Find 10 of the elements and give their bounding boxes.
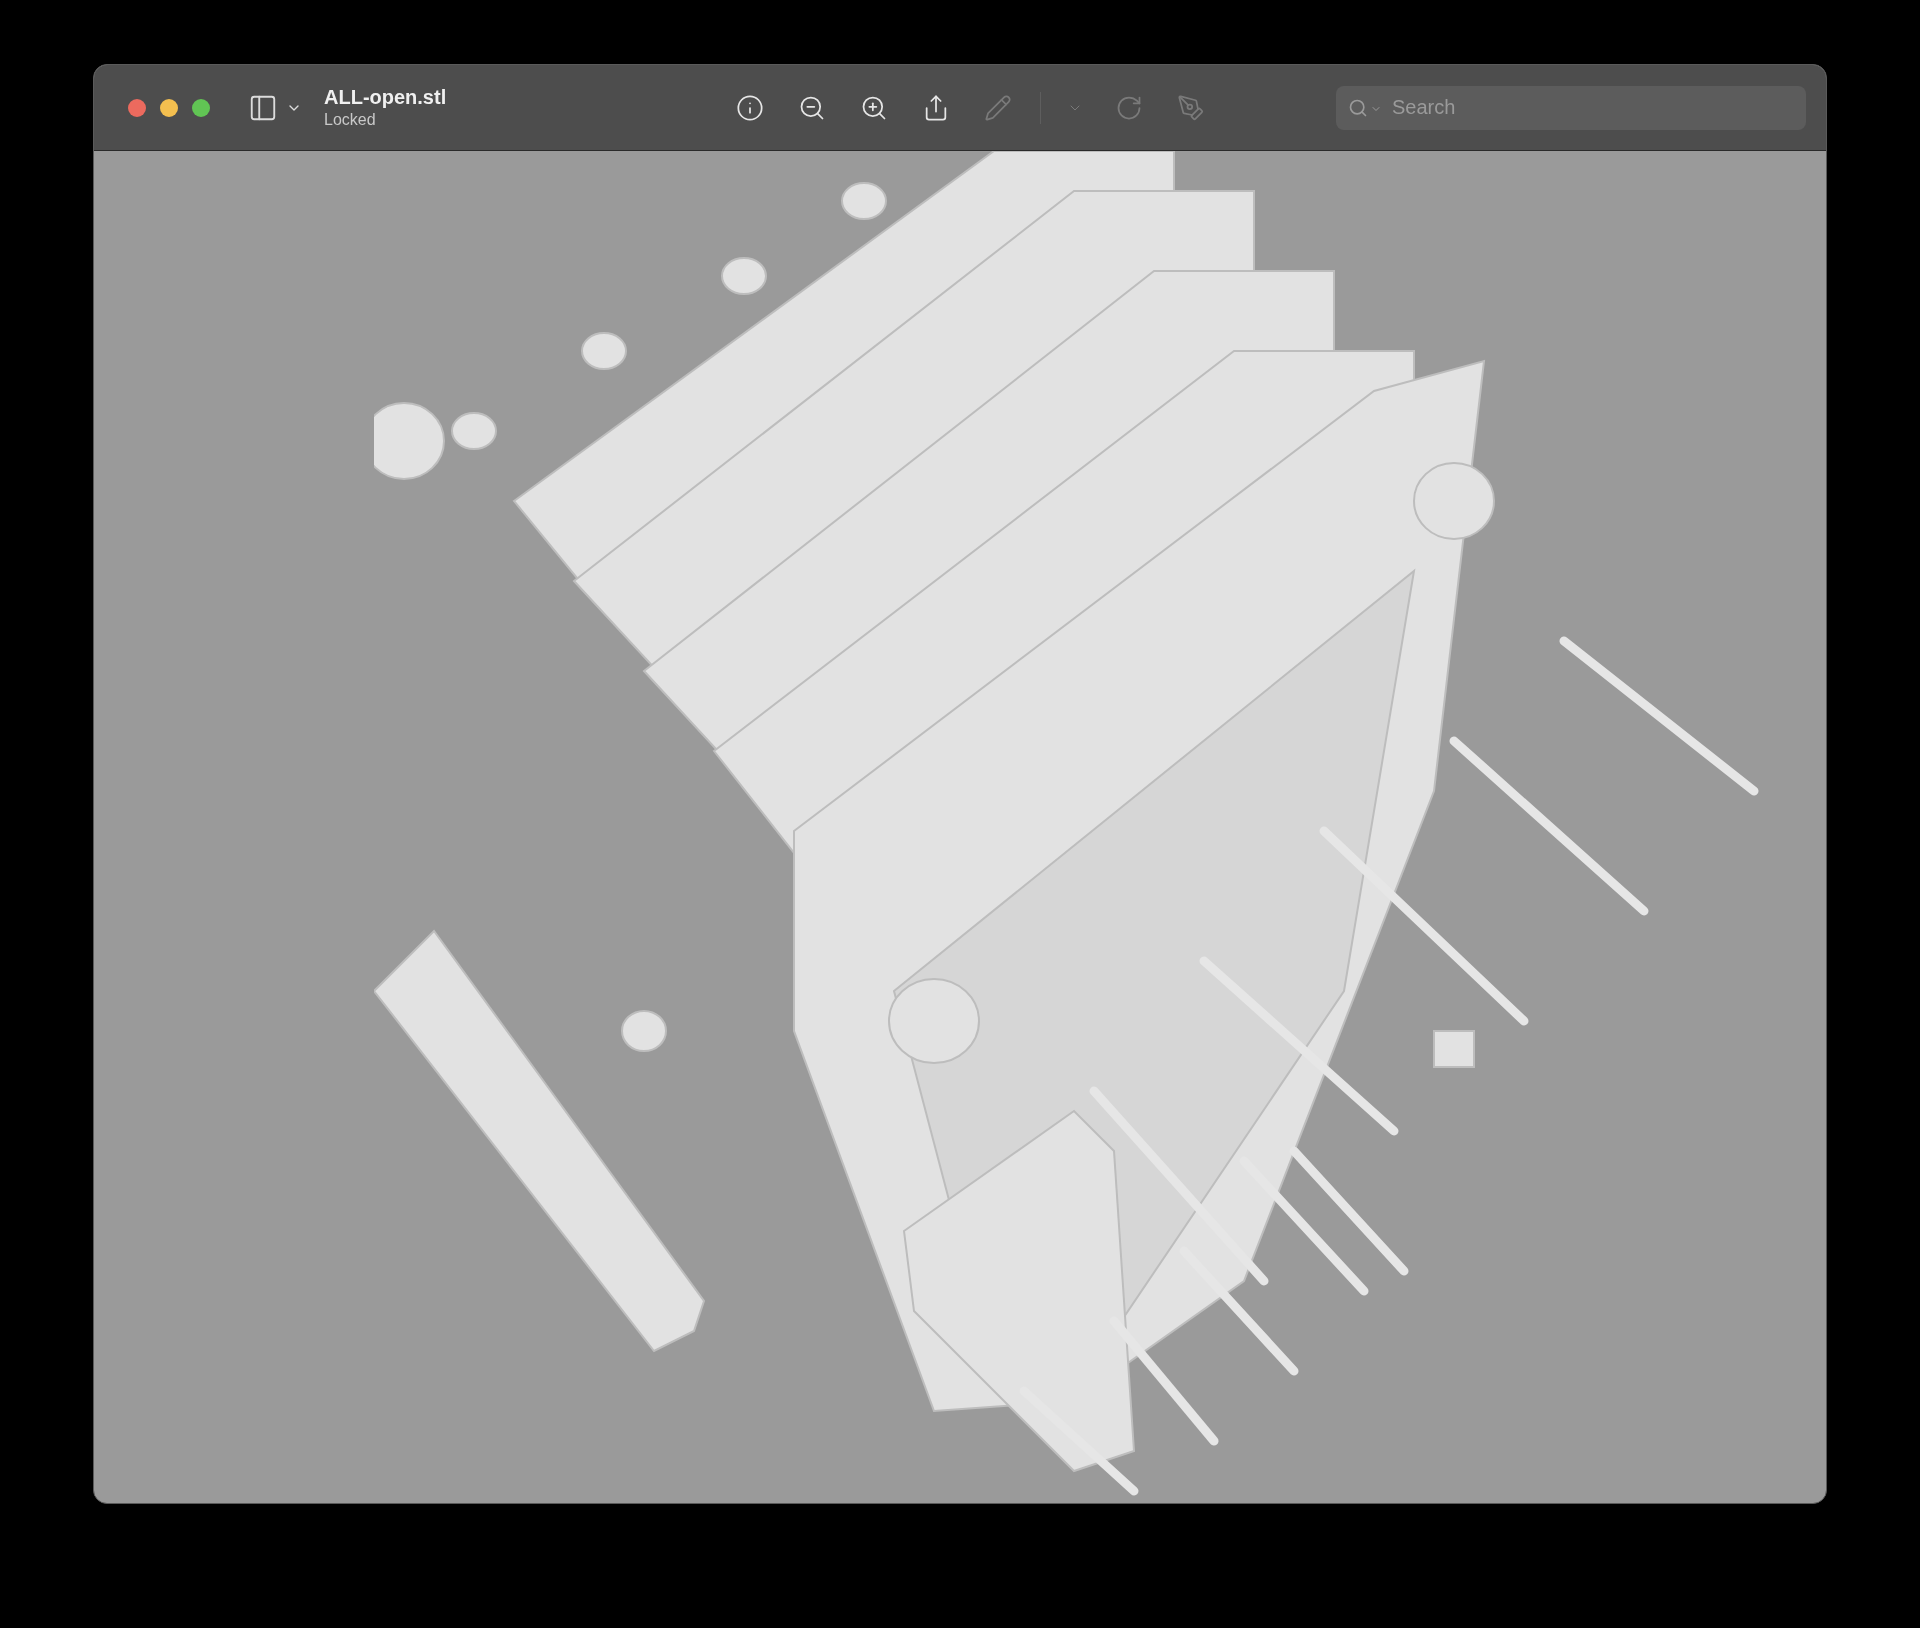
search-icon <box>1348 97 1368 118</box>
close-button[interactable] <box>128 98 146 117</box>
window-subtitle: Locked <box>324 110 377 130</box>
minimize-button[interactable] <box>160 98 178 117</box>
maximize-button[interactable] <box>192 98 210 117</box>
info-icon <box>736 93 765 122</box>
search-field[interactable]: Search <box>1336 85 1806 130</box>
window-title: ALL-open.stl <box>324 85 447 110</box>
pen-circle-icon <box>1177 93 1206 122</box>
pencil-icon <box>984 93 1013 122</box>
